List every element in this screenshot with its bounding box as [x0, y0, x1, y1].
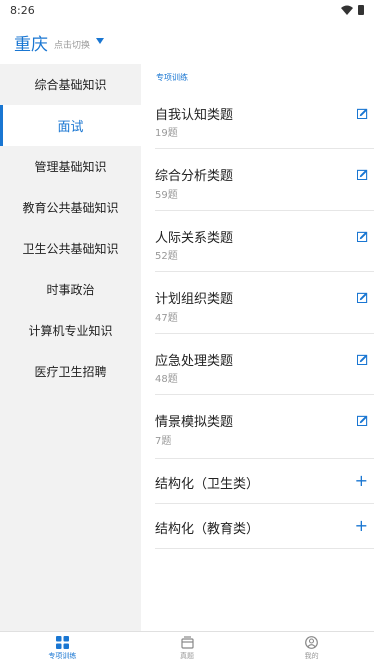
edit-icon[interactable]	[357, 108, 368, 119]
group-title: 结构化（教育类）	[155, 522, 260, 537]
sidebar-item-label: 面试	[57, 120, 84, 135]
battery-icon	[358, 5, 364, 15]
folder-icon	[180, 636, 194, 649]
edit-icon[interactable]	[357, 292, 368, 303]
item-title: 自我认知类题	[155, 108, 234, 123]
edit-icon[interactable]	[357, 354, 368, 365]
nav-mine[interactable]: 我的	[249, 632, 374, 665]
expand-plus-icon[interactable]: +	[355, 473, 368, 489]
practice-item[interactable]: 人际关系类题 52题	[155, 211, 374, 272]
edit-icon[interactable]	[357, 231, 368, 242]
category-group-health[interactable]: 结构化（卫生类） +	[155, 459, 374, 504]
practice-item[interactable]: 应急处理类题 48题	[155, 334, 374, 395]
practice-item[interactable]: 自我认知类题 19题	[155, 88, 374, 149]
header: 重庆 点击切换	[0, 20, 374, 64]
item-title: 计划组织类题	[155, 292, 234, 307]
item-count: 7题	[155, 436, 172, 447]
grid-icon	[55, 636, 69, 649]
expand-plus-icon[interactable]: +	[355, 518, 368, 534]
item-title: 应急处理类题	[155, 354, 234, 369]
bottom-nav: 专项训练 真题 我的	[0, 631, 374, 665]
practice-item[interactable]: 情景模拟类题 7题	[155, 395, 374, 459]
sidebar-item-label: 管理基础知识	[34, 160, 107, 174]
wifi-icon	[341, 5, 353, 15]
user-icon	[305, 636, 319, 649]
sidebar-item-label: 卫生公共基础知识	[22, 242, 119, 256]
nav-special-training[interactable]: 专项训练	[0, 632, 125, 665]
item-title: 情景模拟类题	[155, 415, 234, 430]
category-group-education[interactable]: 结构化（教育类） +	[155, 504, 374, 549]
sidebar-item-management-basics[interactable]: 管理基础知识	[0, 146, 141, 187]
status-icons	[341, 5, 364, 15]
item-count: 48题	[155, 374, 178, 385]
nav-label: 专项训练	[48, 652, 77, 660]
sidebar-item-label: 时事政治	[46, 283, 95, 297]
practice-item[interactable]: 计划组织类题 47题	[155, 272, 374, 334]
section-label: 专项训练	[156, 73, 188, 82]
edit-icon[interactable]	[357, 415, 368, 426]
item-count: 47题	[155, 313, 178, 324]
item-count: 19题	[155, 128, 178, 139]
sidebar-item-label: 教育公共基础知识	[22, 201, 119, 215]
status-bar: 8:26	[0, 0, 374, 20]
sidebar-item-label: 医疗卫生招聘	[34, 365, 107, 379]
item-title: 人际关系类题	[155, 231, 234, 246]
switch-hint[interactable]: 点击切换	[54, 38, 90, 51]
sidebar-item-current-affairs[interactable]: 时事政治	[0, 269, 141, 310]
sidebar-item-education-basics[interactable]: 教育公共基础知识	[0, 187, 141, 228]
group-title: 结构化（卫生类）	[155, 477, 260, 492]
content-panel: 专项训练 自我认知类题 19题 综合分析类题 59题 人际关系类题 52题 计划…	[141, 64, 374, 631]
sidebar-item-label: 计算机专业知识	[28, 324, 113, 338]
practice-item[interactable]: 综合分析类题 59题	[155, 149, 374, 211]
nav-label: 真题	[180, 652, 194, 660]
status-time: 8:26	[10, 3, 35, 17]
caret-down-icon[interactable]	[96, 38, 105, 44]
nav-label: 我的	[304, 652, 319, 660]
item-count: 52题	[155, 251, 178, 262]
item-title: 综合分析类题	[155, 169, 234, 184]
category-sidebar: 综合基础知识 面试 管理基础知识 教育公共基础知识 卫生公共基础知识 时事政治 …	[0, 64, 141, 631]
sidebar-item-label: 综合基础知识	[34, 78, 107, 92]
sidebar-item-computer-knowledge[interactable]: 计算机专业知识	[0, 310, 141, 351]
sidebar-item-interview[interactable]: 面试	[0, 105, 141, 146]
nav-real-questions[interactable]: 真题	[125, 632, 250, 665]
sidebar-item-medical-recruitment[interactable]: 医疗卫生招聘	[0, 351, 141, 392]
sidebar-item-health-basics[interactable]: 卫生公共基础知识	[0, 228, 141, 269]
city-selector[interactable]: 重庆	[14, 30, 48, 55]
item-count: 59题	[155, 190, 178, 201]
edit-icon[interactable]	[357, 169, 368, 180]
sidebar-item-comprehensive-basics[interactable]: 综合基础知识	[0, 64, 141, 105]
